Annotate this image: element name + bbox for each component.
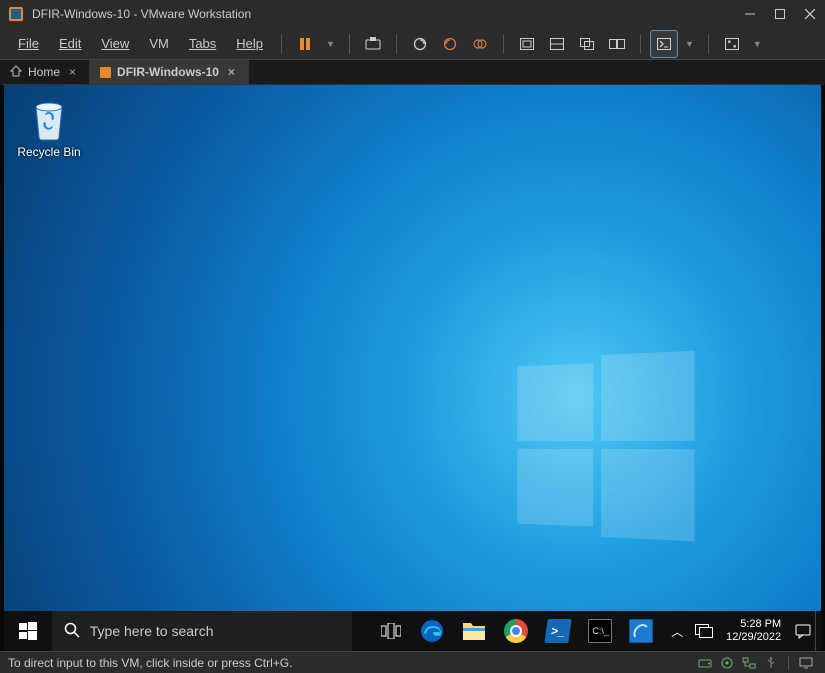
menu-vm[interactable]: VM (141, 33, 177, 54)
device-usb-icon[interactable] (760, 655, 782, 671)
menubar: File Edit View VM Tabs Help ▼ (0, 28, 825, 60)
window-title: DFIR-Windows-10 - VMware Workstation (32, 7, 251, 21)
titlebar: DFIR-Windows-10 - VMware Workstation (0, 0, 825, 28)
fullscreen-button[interactable] (719, 31, 745, 57)
ftk-imager-icon (629, 619, 653, 643)
pause-vm-button[interactable] (292, 31, 318, 57)
menu-view[interactable]: View (93, 33, 137, 54)
cmd-icon: C:\_ (588, 619, 612, 643)
separator (349, 34, 350, 54)
taskbar-chrome[interactable] (495, 611, 537, 651)
powershell-icon: >_ (544, 619, 571, 643)
close-button[interactable] (795, 0, 825, 28)
clock-time: 5:28 PM (740, 618, 781, 631)
vm-tabs: Home × DFIR-Windows-10 × (0, 60, 825, 84)
taskbar-edge[interactable] (412, 611, 454, 651)
taskbar-search[interactable]: Type here to search (52, 611, 352, 651)
show-desktop-button[interactable] (815, 611, 821, 651)
taskbar-clock[interactable]: 5:28 PM 12/29/2022 (716, 618, 791, 644)
menu-edit[interactable]: Edit (51, 33, 89, 54)
status-message: To direct input to this VM, click inside… (8, 656, 292, 670)
fit-guest-button[interactable] (514, 31, 540, 57)
tray-overflow-button[interactable]: ︿ (662, 611, 692, 651)
recycle-bin[interactable]: Recycle Bin (14, 97, 84, 159)
taskbar-file-explorer[interactable] (453, 611, 495, 651)
guest-display[interactable]: Recycle Bin Type here to search (0, 84, 825, 651)
separator (503, 34, 504, 54)
device-display-icon[interactable] (795, 655, 817, 671)
taskbar-powershell[interactable]: >_ (537, 611, 579, 651)
tab-home-label: Home (28, 65, 60, 79)
edge-icon (420, 619, 444, 643)
maximize-button[interactable] (765, 0, 795, 28)
unity-button[interactable] (574, 31, 600, 57)
fullscreen-dropdown[interactable]: ▼ (749, 39, 766, 49)
search-placeholder: Type here to search (90, 623, 214, 639)
vmware-window: DFIR-Windows-10 - VMware Workstation Fil… (0, 0, 825, 673)
tab-vm-label: DFIR-Windows-10 (117, 65, 219, 79)
console-view-button[interactable] (651, 31, 677, 57)
file-explorer-icon (462, 619, 486, 643)
menu-file[interactable]: File (10, 33, 47, 54)
menu-help[interactable]: Help (228, 33, 271, 54)
vm-icon (100, 67, 111, 78)
take-snapshot-button[interactable] (407, 31, 433, 57)
tray-display-icon[interactable] (692, 611, 716, 651)
console-dropdown[interactable]: ▼ (681, 39, 698, 49)
separator (708, 34, 709, 54)
separator (640, 34, 641, 54)
device-hard-disk-icon[interactable] (694, 655, 716, 671)
vmware-statusbar: To direct input to this VM, click inside… (0, 651, 825, 673)
windows-taskbar: Type here to search >_ (4, 611, 821, 651)
separator (281, 34, 282, 54)
send-ctrl-alt-del-button[interactable] (360, 31, 386, 57)
revert-snapshot-button[interactable] (437, 31, 463, 57)
clock-date: 12/29/2022 (726, 631, 781, 644)
device-cd-dvd-icon[interactable] (716, 655, 738, 671)
tab-home[interactable]: Home × (0, 60, 90, 84)
tab-vm-close[interactable]: × (225, 65, 238, 79)
recycle-bin-icon (28, 97, 70, 141)
recycle-bin-label: Recycle Bin (17, 145, 80, 159)
vmware-app-icon (6, 4, 26, 24)
power-dropdown[interactable]: ▼ (322, 39, 339, 49)
fit-window-button[interactable] (544, 31, 570, 57)
start-button[interactable] (4, 611, 52, 651)
multi-monitor-button[interactable] (604, 31, 630, 57)
separator (396, 34, 397, 54)
minimize-button[interactable] (735, 0, 765, 28)
search-icon (64, 622, 80, 641)
device-network-icon[interactable] (738, 655, 760, 671)
action-center-button[interactable] (791, 611, 815, 651)
taskbar-ftk-imager[interactable] (621, 611, 663, 651)
tab-home-close[interactable]: × (66, 65, 79, 79)
tab-vm[interactable]: DFIR-Windows-10 × (90, 60, 249, 84)
windows-logo (517, 351, 692, 539)
chrome-icon (504, 619, 528, 643)
home-icon (10, 65, 22, 80)
task-view-button[interactable] (370, 611, 412, 651)
snapshot-manager-button[interactable] (467, 31, 493, 57)
taskbar-cmd[interactable]: C:\_ (579, 611, 621, 651)
menu-tabs[interactable]: Tabs (181, 33, 224, 54)
separator (788, 656, 789, 670)
